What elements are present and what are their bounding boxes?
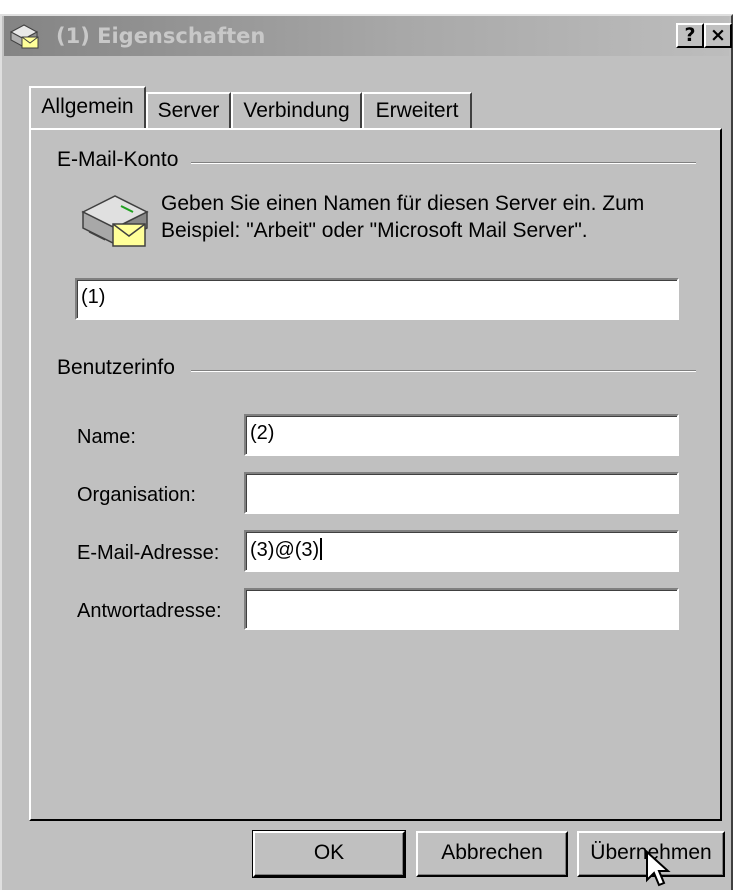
name-input[interactable]: (2) [244,414,679,456]
reply-address-input[interactable] [244,588,679,630]
mail-server-icon [9,24,39,49]
section-divider [191,370,696,372]
mail-account-hint-line-2: Beispiel: "Arbeit" oder "Microsoft Mail … [161,219,588,242]
help-button[interactable]: ? [676,23,704,48]
window-title: (1) Eigenschaften [56,24,266,48]
section-title-mail-account: E-Mail-Konto [57,148,185,172]
text-caret [320,538,323,560]
close-button[interactable]: × [704,23,732,48]
organisation-input[interactable] [244,472,679,514]
tab-label: Server [157,99,220,122]
account-name-input[interactable]: (1) [75,278,679,320]
account-name-value: (1) [81,286,106,308]
tab-panel-general: E-Mail-Konto Geben Sie einen Namen für d… [29,128,722,821]
email-label: E-Mail-Adresse: [77,542,220,564]
title-bar[interactable]: (1) Eigenschaften ? × [4,16,732,56]
properties-dialog: (1) Eigenschaften ? × Allgemein Server V… [0,14,733,890]
mouse-pointer-icon [646,850,671,887]
name-value: (2) [250,422,275,444]
tab-allgemein[interactable]: Allgemein [29,86,146,130]
ok-button[interactable]: OK [252,830,406,878]
mail-account-hint-line-1: Geben Sie einen Namen für diesen Server … [161,192,645,215]
tab-label: Allgemein [41,95,134,118]
section-title-user-info: Benutzerinfo [57,356,181,380]
email-input[interactable]: (3)@(3) [244,530,679,572]
mail-server-icon [81,195,149,247]
name-label: Name: [77,426,136,448]
section-divider [191,162,696,164]
email-value: (3)@(3) [250,539,320,561]
tab-label: Verbindung [243,99,350,122]
tab-label: Erweitert [375,99,459,122]
organisation-label: Organisation: [77,484,196,506]
reply-address-label: Antwortadresse: [77,600,222,622]
cancel-button[interactable]: Abbrechen [416,831,568,877]
